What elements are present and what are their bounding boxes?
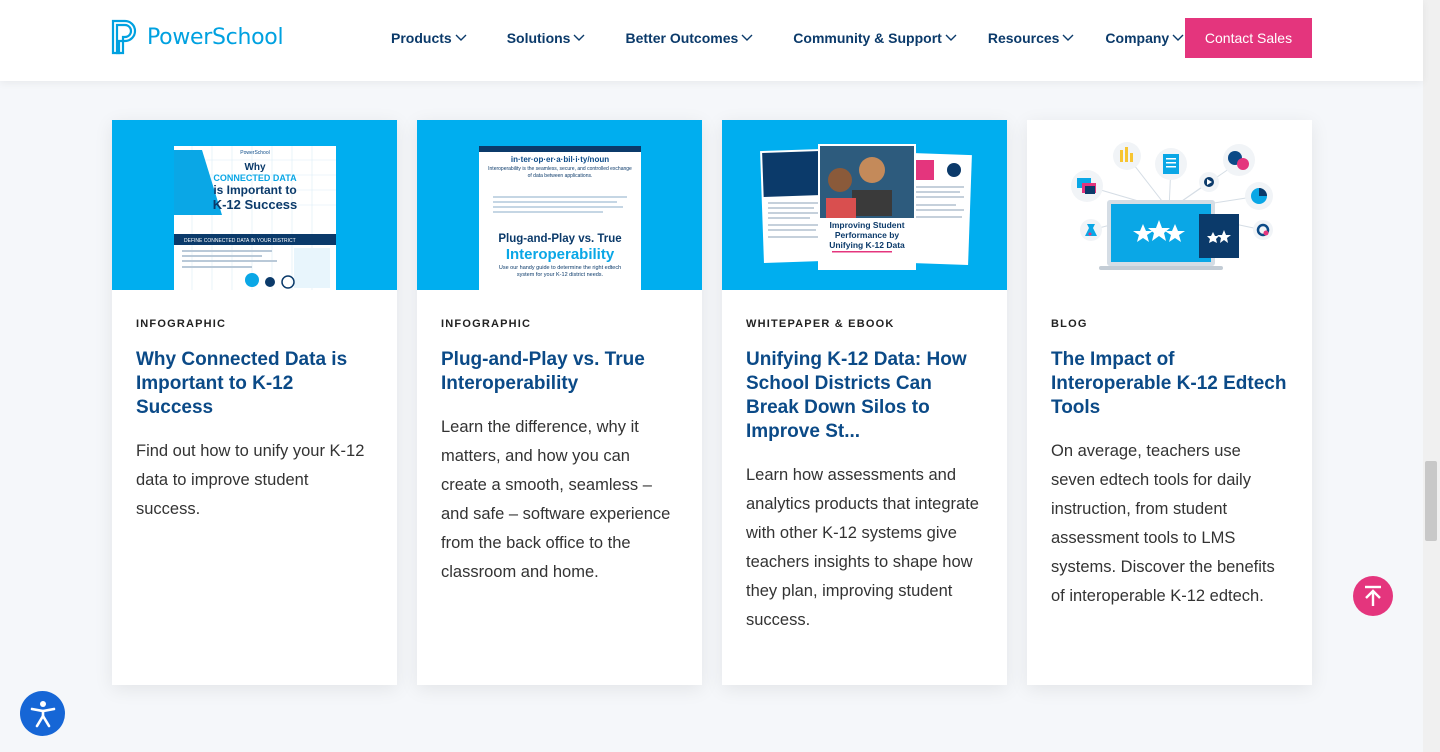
site-header: PowerSchool Products Solutions Better Ou… xyxy=(0,0,1423,81)
nav-company[interactable]: Company xyxy=(1105,30,1184,46)
nav-label: Products xyxy=(391,30,452,46)
thumb-big2: Interoperability xyxy=(506,246,615,263)
chevron-down-icon xyxy=(455,34,467,41)
page-scrollbar[interactable] xyxy=(1423,0,1440,752)
accessibility-button[interactable] xyxy=(20,691,65,736)
logo-text: PowerSchool xyxy=(147,24,284,50)
main-nav: Products Solutions Better Outcomes Commu… xyxy=(391,30,1184,46)
card-thumbnail: PowerSchool Why CONNECTED DATA is Import… xyxy=(112,120,397,290)
thumb-section: DEFINE CONNECTED DATA IN YOUR DISTRICT xyxy=(184,238,296,244)
resource-card-unifying-data[interactable]: Improving Student Performance by Unifyin… xyxy=(722,120,1007,685)
card-title[interactable]: Why Connected Data is Important to K-12 … xyxy=(136,348,373,420)
resource-card-plug-and-play[interactable]: in·ter·op·er·a·bil·i·ty/noun Interoperab… xyxy=(417,120,702,685)
card-type-label: INFOGRAPHIC xyxy=(136,318,227,330)
chevron-down-icon xyxy=(1172,34,1184,41)
powerschool-logo[interactable]: PowerSchool xyxy=(111,19,284,55)
whitepaper-thumbnail: Improving Student Performance by Unifyin… xyxy=(760,144,972,270)
thumb-definition: Interoperability is the seamless, secure… xyxy=(488,166,632,179)
chevron-down-icon xyxy=(945,34,957,41)
chevron-down-icon xyxy=(1062,34,1074,41)
thumb-line1: Why xyxy=(244,162,266,173)
nav-products[interactable]: Products xyxy=(391,30,467,46)
card-thumbnail xyxy=(1027,120,1312,290)
chevron-down-icon xyxy=(573,34,585,41)
thumb-line3: is Important to xyxy=(213,183,296,197)
card-thumbnail: in·ter·op·er·a·bil·i·ty/noun Interoperab… xyxy=(417,120,702,290)
card-thumbnail: Improving Student Performance by Unifyin… xyxy=(722,120,1007,290)
nav-better-outcomes[interactable]: Better Outcomes xyxy=(625,30,753,46)
nav-label: Resources xyxy=(987,30,1060,46)
card-type-label: INFOGRAPHIC xyxy=(441,318,532,330)
card-title[interactable]: Unifying K-12 Data: How School Districts… xyxy=(746,348,983,444)
thumb-caption: Use our handy guide to determine the rig… xyxy=(498,265,622,278)
thumb-line4: K-12 Success xyxy=(213,197,298,212)
infographic-thumbnail: PowerSchool Why CONNECTED DATA is Import… xyxy=(174,146,336,290)
contact-sales-button[interactable]: Contact Sales xyxy=(1185,18,1312,58)
back-to-top-button[interactable] xyxy=(1353,576,1393,616)
thumb-cover-title: Improving Student Performance by Unifyin… xyxy=(829,220,905,250)
accessibility-person-icon xyxy=(30,700,55,727)
card-description: Learn the difference, why it matters, an… xyxy=(441,418,671,581)
thumb-line2: CONNECTED DATA xyxy=(213,173,297,183)
nav-resources[interactable]: Resources xyxy=(988,30,1075,46)
resource-cards: PowerSchool Why CONNECTED DATA is Import… xyxy=(112,120,1312,685)
scrollbar-thumb[interactable] xyxy=(1425,461,1437,541)
card-title[interactable]: Plug-and-Play vs. True Interoperability xyxy=(441,348,678,396)
card-title[interactable]: The Impact of Interoperable K-12 Edtech … xyxy=(1051,348,1288,420)
thumb-heading: in·ter·op·er·a·bil·i·ty/noun xyxy=(511,155,609,164)
nav-label: Better Outcomes xyxy=(625,30,739,46)
edtech-illustration xyxy=(1071,142,1273,270)
powerschool-logo-icon xyxy=(111,19,137,55)
card-description: On average, teachers use seven edtech to… xyxy=(1051,442,1275,605)
card-type-label: BLOG xyxy=(1051,318,1088,330)
nav-community-support[interactable]: Community & Support xyxy=(793,30,957,46)
infographic-thumbnail: in·ter·op·er·a·bil·i·ty/noun Interoperab… xyxy=(479,146,641,290)
card-description: Learn how assessments and analytics prod… xyxy=(746,466,979,629)
thumb-big1: Plug-and-Play vs. True xyxy=(498,233,621,245)
card-type-label: WHITEPAPER & EBOOK xyxy=(746,318,895,330)
nav-label: Community & Support xyxy=(793,30,942,46)
thumb-brand: PowerSchool xyxy=(240,150,269,156)
card-description: Find out how to unify your K-12 data to … xyxy=(136,442,365,518)
nav-label: Company xyxy=(1105,30,1170,46)
arrow-up-to-line-icon xyxy=(1365,585,1381,606)
nav-solutions[interactable]: Solutions xyxy=(507,30,586,46)
resource-card-connected-data[interactable]: PowerSchool Why CONNECTED DATA is Import… xyxy=(112,120,397,685)
nav-label: Solutions xyxy=(506,30,571,46)
resource-card-edtech-tools[interactable]: BLOG The Impact of Interoperable K-12 Ed… xyxy=(1027,120,1312,685)
chevron-down-icon xyxy=(741,34,753,41)
